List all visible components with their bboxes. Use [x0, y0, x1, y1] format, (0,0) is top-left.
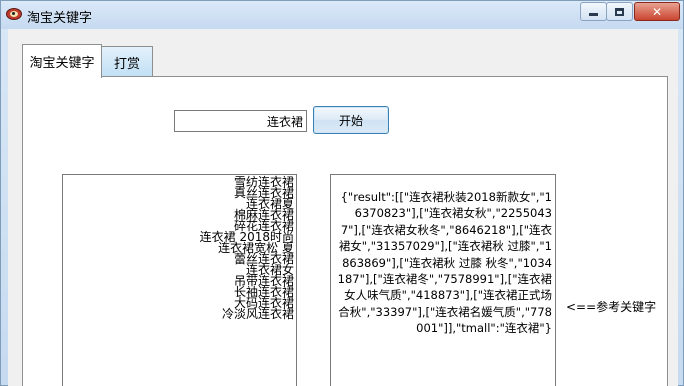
app-logo-icon — [6, 8, 22, 20]
result-text: {"result":[["连衣裙秋装2018新款女","16370823"],[… — [337, 190, 552, 336]
maximize-icon — [615, 7, 624, 16]
list-item: 冷淡风连衣裙 — [221, 307, 294, 321]
minimize-button[interactable] — [580, 2, 607, 21]
client-area: 淘宝关键字 打赏 开始 雪纺连衣裙 真丝连衣裙 连衣裙夏 棉麻连衣裙 碎花连衣裙… — [8, 29, 678, 386]
maximize-button[interactable] — [606, 2, 633, 21]
tab-taobao-keywords[interactable]: 淘宝关键字 — [22, 44, 102, 78]
app-window: 淘宝关键字 ✕ 淘宝关键字 打赏 开始 雪纺连衣裙 真丝连衣裙 连衣裙夏 棉麻连… — [0, 0, 684, 386]
tab-page: 开始 雪纺连衣裙 真丝连衣裙 连衣裙夏 棉麻连衣裙 碎花连衣裙 连衣裙 2018… — [22, 76, 668, 386]
minimize-icon — [589, 13, 598, 16]
keyword-list[interactable]: 雪纺连衣裙 真丝连衣裙 连衣裙夏 棉麻连衣裙 碎花连衣裙 连衣裙 2018时尚 … — [62, 174, 297, 386]
keyword-input[interactable] — [174, 110, 307, 132]
reference-keywords-label: <==参考关键字 — [566, 300, 657, 314]
tab-label: 淘宝关键字 — [29, 56, 95, 71]
tab-donate[interactable]: 打赏 — [101, 46, 153, 77]
close-button[interactable]: ✕ — [634, 2, 680, 21]
window-title: 淘宝关键字 — [27, 11, 93, 26]
close-icon: ✕ — [651, 4, 663, 19]
tab-label: 打赏 — [113, 56, 140, 72]
start-button[interactable]: 开始 — [313, 106, 389, 134]
title-bar[interactable]: 淘宝关键字 ✕ — [1, 1, 683, 29]
result-textarea[interactable]: {"result":[["连衣裙秋装2018新款女","16370823"],[… — [330, 174, 556, 386]
